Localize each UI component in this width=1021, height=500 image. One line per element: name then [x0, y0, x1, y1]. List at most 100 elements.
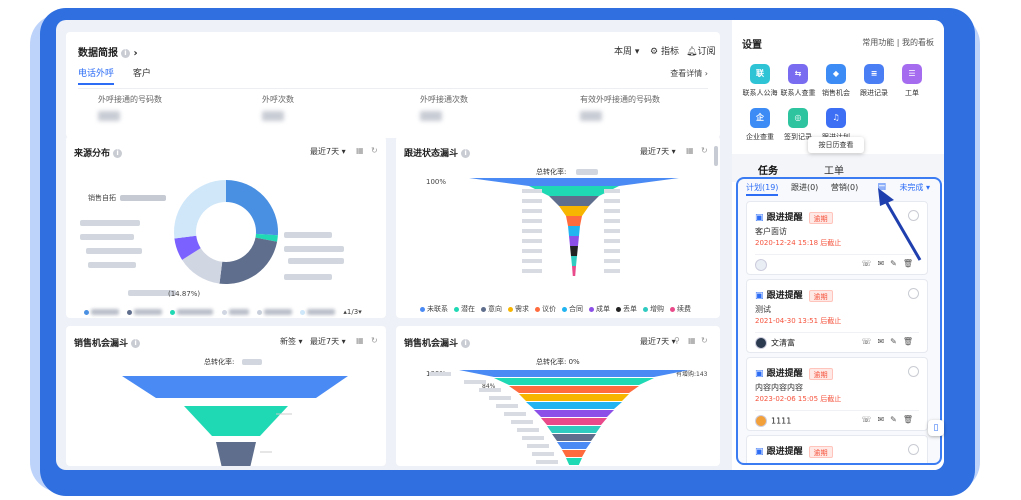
legend-item[interactable]: 未联系 [420, 305, 448, 313]
settings-links[interactable]: 常用功能 | 我的看板 [862, 37, 934, 48]
range-label: 最近7天 [310, 337, 340, 346]
task-card[interactable]: ▣ 跟进提醒 逾期 内容内容内容 2023-02-06 15:05 后截止 1111 ☏✉… [746, 357, 928, 431]
legend-item[interactable]: 续费 [670, 305, 691, 313]
pager[interactable]: ▴1/3▾ [343, 308, 361, 316]
bell-icon: 🔔︎ [686, 47, 698, 57]
blurred-label [522, 239, 542, 243]
funnel-stage [459, 370, 689, 377]
info-icon[interactable]: i [461, 339, 471, 348]
grid-icon[interactable]: ▦ [686, 146, 694, 155]
period-select[interactable]: 本周 ▾ [614, 44, 639, 57]
edit-icon[interactable]: ✎ [890, 415, 903, 424]
grid-icon[interactable]: ▦ [356, 146, 364, 155]
funnel-group [429, 370, 689, 465]
legend-item[interactable]: 意向 [481, 305, 502, 313]
blurred-label [496, 404, 518, 408]
refresh-icon[interactable]: ↻ [701, 146, 708, 155]
tool-6[interactable]: 企企业查重 [740, 108, 780, 142]
info-icon[interactable]: i [113, 149, 123, 158]
tab-customer[interactable]: 客户 [133, 66, 151, 83]
range-select[interactable]: 最近7天 ▾ [640, 336, 676, 347]
arrow-head [878, 188, 894, 206]
task-due: 2020-12-24 15:18 后截止 [755, 239, 842, 247]
book-icon[interactable]: ▯ [928, 420, 944, 436]
subtab-follow[interactable]: 跟进(0) [791, 183, 818, 192]
stat-value-blurred [98, 111, 120, 121]
pager-text: 1/3 [346, 308, 359, 316]
source-distribution-card: 来源分布 i 最近7天 ▾ ▦ ↻ 销售自拓 (14.87%) ▴1/3▾ [66, 136, 386, 318]
avatar [755, 259, 767, 271]
stat-value-blurred [420, 111, 442, 121]
task-footer: 1111 ☏✉✎🗑︎ [755, 410, 919, 427]
funnel-stage [494, 378, 654, 385]
complete-checkbox[interactable] [908, 444, 919, 455]
total-rate-label: 总转化率: [204, 357, 234, 366]
task-due: 2021-04-30 13:51 后截止 [755, 317, 842, 325]
tab-work-orders[interactable]: 工单 [824, 162, 844, 177]
total-rate-label: 总转化率: 0% [536, 357, 580, 366]
subtab-plan[interactable]: 计划(19) [746, 183, 779, 196]
tab-phone-call[interactable]: 电话外呼 [78, 66, 115, 85]
legend-item[interactable]: 丢单 [616, 305, 637, 313]
mail-icon[interactable]: ✉ [877, 415, 890, 424]
legend-item[interactable]: 议价 [535, 305, 556, 313]
metric-label: 指标 [660, 47, 679, 57]
tool-3[interactable]: ◆ 销售机会 [816, 64, 856, 98]
task-card-header: ▣ 跟进提醒 逾期 [755, 366, 833, 380]
blurred-label [522, 189, 542, 193]
tool-1[interactable]: 联联系人公海 [740, 64, 780, 98]
refresh-icon[interactable]: ↻ [371, 336, 378, 345]
metric-button[interactable]: ⚙ 指标 [650, 44, 679, 57]
complete-checkbox[interactable] [908, 288, 919, 299]
info-icon[interactable]: i [461, 149, 471, 158]
range-select[interactable]: 最近7天 ▾ [640, 146, 676, 157]
tab-tasks[interactable]: 任务 [758, 162, 778, 177]
funnel-stage [509, 386, 639, 393]
legend-dot [420, 306, 425, 312]
chevron-right-icon[interactable]: › [133, 48, 137, 59]
opp-card-title: 销售机会漏斗 i [74, 336, 141, 349]
funnel-stage [534, 410, 614, 417]
grid-icon[interactable]: ▦ [688, 336, 696, 345]
blurred-label [522, 269, 542, 273]
blurred-label [86, 248, 142, 254]
legend-item[interactable]: 成单 [589, 305, 610, 313]
range-select[interactable]: 最近7天 ▾ [310, 336, 346, 347]
legend-item[interactable]: 合同 [562, 305, 583, 313]
blurred-label [604, 199, 620, 203]
donut-slice [174, 180, 226, 239]
info-icon[interactable]: i [131, 339, 141, 348]
subtab-marketing[interactable]: 营销(0) [831, 183, 858, 192]
tool-4[interactable]: ≡ 跟进记录 [854, 64, 894, 98]
complete-checkbox[interactable] [908, 366, 919, 377]
delete-icon[interactable]: 🗑︎ [903, 337, 919, 346]
phone-icon[interactable]: ☏ [861, 337, 877, 346]
phone-icon[interactable]: ☏ [861, 415, 877, 424]
info-icon[interactable]: i [121, 48, 130, 58]
grid-icon[interactable]: ▦ [356, 336, 364, 345]
filter-select[interactable]: 新签 ▾ [280, 336, 303, 347]
legend-item[interactable]: 潜在 [454, 305, 475, 313]
legend-item[interactable]: 增购 [643, 305, 664, 313]
funnel-stage [566, 216, 582, 226]
refresh-icon[interactable]: ↻ [371, 146, 378, 155]
subscribe-button[interactable]: 🔔︎订阅 [686, 44, 715, 57]
edit-icon[interactable]: ✎ [890, 337, 903, 346]
view-detail-link[interactable]: 查看详情 › [670, 68, 708, 79]
tool-2[interactable]: ⇆ 联系人查重 [778, 64, 818, 98]
filter-icon[interactable]: ⚲ [674, 336, 680, 345]
legend-item[interactable]: 需求 [508, 305, 529, 313]
tool-5[interactable]: ☰ 工单 [892, 64, 932, 98]
task-card[interactable]: ▣ 跟进提醒 逾期 [746, 435, 928, 463]
task-card[interactable]: ▣ 跟进提醒 逾期 测试 2021-04-30 13:51 后截止 文清富 ☏✉✎🗑︎ [746, 279, 928, 353]
range-select[interactable]: 最近7天 ▾ [310, 146, 346, 157]
follow-legend: 未联系 潜在 意向 需求 议价 合同 成单 丢单 增购 续费 [420, 304, 697, 314]
refresh-icon[interactable]: ↻ [701, 336, 708, 345]
legend-label: 增购 [650, 305, 664, 313]
legend-label: 续费 [677, 305, 691, 313]
task-card-header: ▣ 跟进提醒 逾期 [755, 210, 833, 224]
delete-icon[interactable]: 🗑︎ [903, 415, 919, 424]
legend-dot [454, 306, 459, 312]
mail-icon[interactable]: ✉ [877, 337, 890, 346]
scrollbar[interactable] [714, 146, 718, 166]
